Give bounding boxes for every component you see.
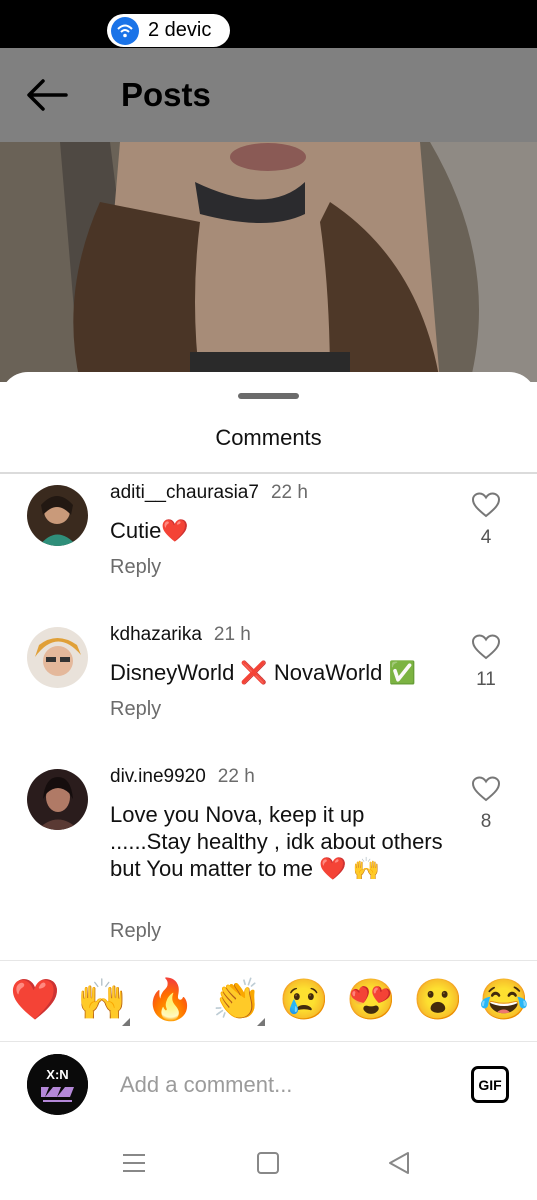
comment-text: DisneyWorld ❌ NovaWorld ✅ bbox=[110, 660, 416, 685]
avatar[interactable] bbox=[27, 627, 88, 688]
wifi-icon bbox=[111, 16, 139, 45]
comments-sheet: Comments aditi__chaurasia7 22 h Cutie❤️ R… bbox=[0, 372, 537, 1200]
sheet-title: Comments bbox=[215, 425, 322, 450]
reaction-surprised[interactable]: 😮 bbox=[413, 976, 463, 1024]
system-nav-bar bbox=[0, 1125, 537, 1200]
timestamp: 22 h bbox=[270, 482, 308, 503]
comment-item: aditi__chaurasia7 22 h Cutie❤️ Reply 4 bbox=[0, 482, 537, 592]
devices-label: 2 devic bbox=[148, 19, 212, 41]
gif-button[interactable]: GIF bbox=[471, 1066, 509, 1103]
divider bbox=[0, 472, 537, 474]
username[interactable]: aditi__chaurasia7 bbox=[110, 482, 259, 503]
skin-tone-indicator bbox=[122, 1018, 130, 1026]
username[interactable]: div.ine9920 bbox=[110, 766, 206, 787]
comment-text: Cutie❤️ bbox=[110, 518, 189, 543]
reaction-raising-hands[interactable]: 🙌 bbox=[77, 976, 127, 1024]
heart-outline-icon[interactable] bbox=[472, 776, 500, 802]
avatar[interactable] bbox=[27, 485, 88, 546]
heart-outline-icon[interactable] bbox=[472, 492, 500, 518]
avatar-logo-text: X:N bbox=[46, 1067, 68, 1082]
comment-meta: aditi__chaurasia7 22 h bbox=[110, 482, 308, 504]
reaction-fire[interactable]: 🔥 bbox=[145, 976, 195, 1024]
comment-text: Love you Nova, keep it up ......Stay hea… bbox=[110, 802, 443, 881]
connected-devices-pill[interactable]: 2 devic bbox=[107, 14, 230, 47]
arrow-left-icon[interactable] bbox=[26, 78, 68, 112]
reply-button[interactable]: Reply bbox=[110, 556, 161, 579]
post-image bbox=[0, 142, 537, 382]
page-title: Posts bbox=[121, 76, 211, 113]
divider bbox=[0, 960, 537, 961]
square-icon[interactable] bbox=[254, 1149, 282, 1177]
timestamp: 21 h bbox=[213, 624, 251, 645]
skin-tone-indicator bbox=[257, 1018, 265, 1026]
like-count: 8 bbox=[480, 811, 492, 832]
my-avatar[interactable]: X:N bbox=[27, 1054, 88, 1115]
timestamp: 22 h bbox=[217, 766, 255, 787]
reply-button[interactable]: Reply bbox=[110, 920, 161, 943]
reaction-heart[interactable]: ❤️ bbox=[10, 976, 60, 1024]
reaction-laughing[interactable]: 😂 bbox=[479, 976, 529, 1024]
heart-outline-icon[interactable] bbox=[472, 634, 500, 660]
like-count: 4 bbox=[480, 527, 492, 548]
triangle-back-icon[interactable] bbox=[386, 1149, 414, 1177]
comment-meta: div.ine9920 22 h bbox=[110, 766, 255, 788]
username[interactable]: kdhazarika bbox=[110, 624, 202, 645]
like-count: 11 bbox=[476, 669, 496, 690]
comment-item: div.ine9920 22 h Love you Nova, keep it u… bbox=[0, 766, 537, 956]
status-bar: 2 devic bbox=[0, 0, 537, 48]
sheet-drag-handle[interactable] bbox=[238, 393, 299, 399]
top-app-bar: Posts bbox=[0, 48, 537, 142]
reply-button[interactable]: Reply bbox=[110, 698, 161, 721]
comment-input[interactable] bbox=[120, 1068, 440, 1102]
menu-icon[interactable] bbox=[120, 1149, 148, 1177]
avatar[interactable] bbox=[27, 769, 88, 830]
reaction-clap[interactable]: 👏 bbox=[212, 976, 262, 1024]
comment-meta: kdhazarika 21 h bbox=[110, 624, 251, 646]
quick-reactions-bar: ❤️ 🙌 🔥 👏 😢 😍 😮 😂 bbox=[0, 972, 537, 1032]
reaction-crying[interactable]: 😢 bbox=[279, 976, 329, 1024]
reaction-heart-eyes[interactable]: 😍 bbox=[346, 976, 396, 1024]
comment-composer: X:N GIF bbox=[0, 1042, 537, 1132]
comment-item: kdhazarika 21 h DisneyWorld ❌ NovaWorld ✅… bbox=[0, 624, 537, 734]
